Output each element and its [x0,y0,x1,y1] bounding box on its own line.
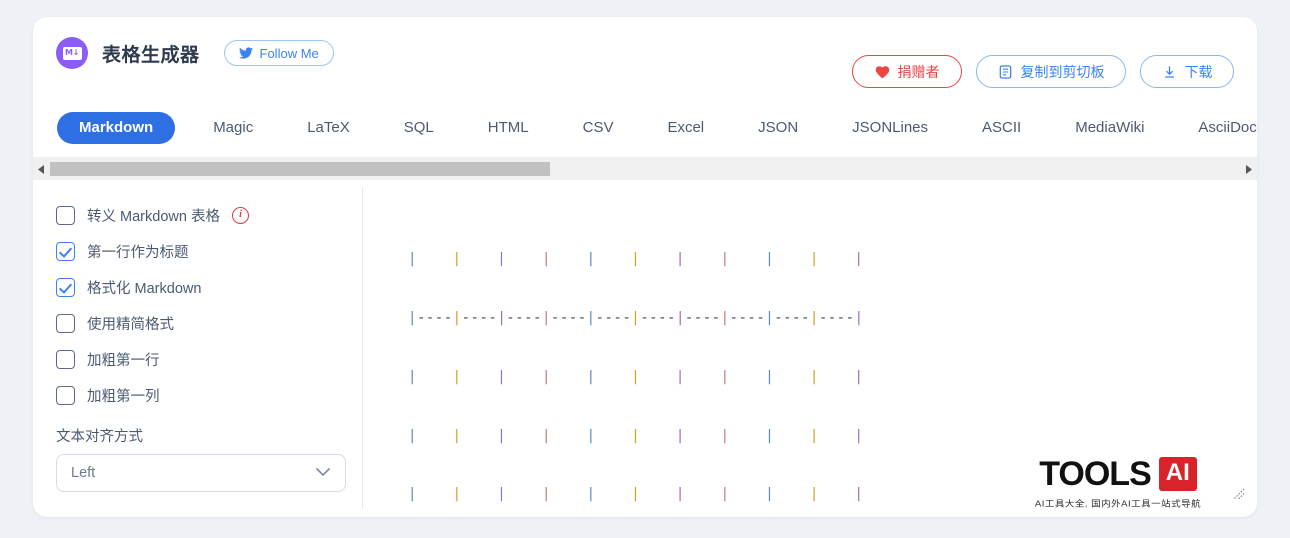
checkbox-use-compact-format[interactable] [56,313,75,333]
tab-ascii[interactable]: ASCII [966,112,1037,144]
output-panel[interactable]: | | | | | | | | | | | |----|----|----|--… [363,179,1257,517]
watermark-ai-badge: AI [1158,457,1197,491]
page-title: 表格生成器 [102,44,200,66]
watermark-main-row: TOOLS AI [1027,457,1209,491]
watermark-logo: TOOLS AI AI工具大全, 国内外AI工具一站式导航 [1027,457,1209,510]
option-label: 格式化 Markdown [87,280,202,297]
tab-csv[interactable]: CSV [567,112,630,144]
download-icon [1162,64,1177,80]
resize-handle-icon[interactable] [1233,487,1245,500]
scroll-left-arrow-icon[interactable] [33,158,50,180]
scrollbar-thumb[interactable] [50,162,550,176]
tab-markdown[interactable]: Markdown [57,112,176,144]
alignment-select[interactable]: Left [56,454,346,492]
option-label: 第一行作为标题 [87,244,189,261]
donate-button[interactable]: 捐赠者 [852,55,962,88]
tabs-horizontal-scrollbar[interactable] [33,157,1257,180]
markdown-logo-icon: M↓ [56,37,88,69]
main-card: M↓ 表格生成器 Follow Me 捐赠者 复制到剪切板 下载 Markdow… [33,17,1257,517]
option-bold-first-row[interactable]: 加粗第一行 [56,341,356,377]
download-label: 下载 [1184,63,1213,80]
tab-excel[interactable]: Excel [651,112,720,144]
tab-magic[interactable]: Magic [197,112,269,144]
copy-to-clipboard-button[interactable]: 复制到剪切板 [976,55,1126,88]
option-format-markdown[interactable]: 格式化 Markdown [56,269,356,305]
page-root: M↓ 表格生成器 Follow Me 捐赠者 复制到剪切板 下载 Markdow… [0,0,1290,538]
watermark-tools-text: TOOLS [1039,455,1151,493]
tab-sql[interactable]: SQL [388,112,450,144]
brand-area: M↓ 表格生成器 Follow Me [56,37,334,69]
tab-json[interactable]: JSON [742,112,814,144]
option-bold-first-column[interactable]: 加粗第一列 [56,377,356,413]
checkbox-bold-first-row[interactable] [56,349,75,369]
follow-me-button[interactable]: Follow Me [223,40,334,66]
heart-icon [875,65,890,79]
content-area: 转义 Markdown 表格 i 第一行作为标题 格式化 Markdown 使用… [33,179,1257,517]
output-line: | | | | | | | | | | | [408,251,864,268]
header-actions: 捐赠者 复制到剪切板 下载 [852,55,1234,88]
option-use-compact-format[interactable]: 使用精简格式 [56,305,356,341]
markdown-output-text[interactable]: | | | | | | | | | | | |----|----|----|--… [408,211,864,517]
donate-label: 捐赠者 [897,63,940,80]
checkbox-first-row-as-header[interactable] [56,241,75,261]
checkbox-escape-markdown-table[interactable] [56,205,75,225]
output-line: | | | | | | | | | | | [408,427,864,444]
scroll-right-arrow-icon[interactable] [1240,158,1257,180]
tab-latex[interactable]: LaTeX [291,112,366,144]
app-header: M↓ 表格生成器 Follow Me 捐赠者 复制到剪切板 下载 [33,17,1257,91]
options-panel: 转义 Markdown 表格 i 第一行作为标题 格式化 Markdown 使用… [56,197,356,492]
option-label: 加粗第一行 [87,352,160,369]
clipboard-icon [998,64,1013,80]
format-tabs: Markdown Magic LaTeX SQL HTML CSV Excel … [33,105,1257,151]
copy-to-clipboard-label: 复制到剪切板 [1020,63,1105,80]
option-escape-markdown-table[interactable]: 转义 Markdown 表格 i [56,197,356,233]
option-label: 使用精简格式 [87,316,174,333]
tab-mediawiki[interactable]: MediaWiki [1059,112,1160,144]
option-label: 转义 Markdown 表格 [87,208,220,225]
info-icon[interactable]: i [231,206,249,224]
twitter-icon [238,47,253,59]
option-label: 加粗第一列 [87,388,160,405]
tab-asciidoc[interactable]: AsciiDoc [1182,112,1257,144]
chevron-down-icon [315,464,331,482]
checkbox-format-markdown[interactable] [56,277,75,297]
tab-html[interactable]: HTML [472,112,545,144]
markdown-logo-badge: M↓ [62,46,82,60]
output-line: | | | | | | | | | | | [408,368,864,385]
scrollbar-track[interactable] [50,162,1240,176]
follow-me-label: Follow Me [259,45,319,61]
download-button[interactable]: 下载 [1140,55,1234,88]
watermark-subtitle: AI工具大全, 国内外AI工具一站式导航 [1034,499,1202,510]
output-line: |----|----|----|----|----|----|----|----… [408,309,864,326]
alignment-label: 文本对齐方式 [56,429,143,445]
option-first-row-as-header[interactable]: 第一行作为标题 [56,233,356,269]
tab-jsonlines[interactable]: JSONLines [836,112,944,144]
checkbox-bold-first-column[interactable] [56,385,75,405]
output-line: | | | | | | | | | | | [408,486,864,503]
alignment-select-value: Left [71,465,96,481]
